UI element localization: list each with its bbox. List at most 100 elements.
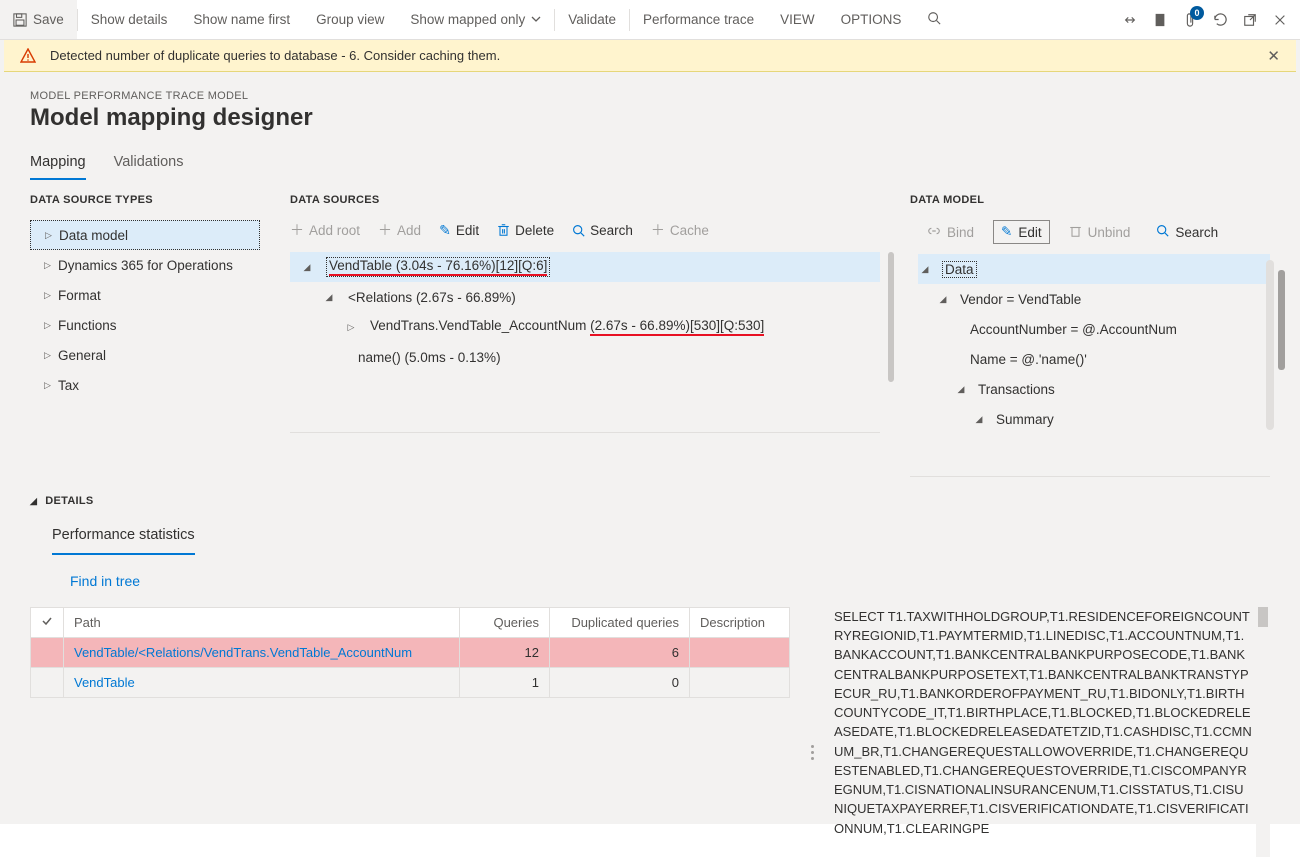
office-icon[interactable]	[1152, 12, 1168, 28]
expander-icon[interactable]: ▷	[44, 290, 58, 301]
chevron-down-icon	[531, 12, 541, 27]
col-path[interactable]: Path	[64, 608, 460, 638]
expander-icon[interactable]: ▷	[344, 322, 358, 333]
notification-close-icon[interactable]: ✕	[1267, 47, 1280, 65]
scrollbar[interactable]	[1258, 607, 1268, 627]
expander-icon[interactable]: ▷	[44, 260, 58, 271]
notification-bar: Detected number of duplicate queries to …	[4, 40, 1296, 72]
tab-mapping[interactable]: Mapping	[30, 148, 86, 180]
collapse-icon[interactable]: ◢	[936, 294, 950, 305]
dup-cell: 6	[550, 638, 690, 668]
edit-button[interactable]: ✎Edit	[439, 222, 479, 239]
dm-node-summary[interactable]: ◢ Summary	[918, 404, 1270, 434]
table-row[interactable]: VendTable 1 0	[31, 668, 790, 698]
validate-button[interactable]: Validate	[555, 0, 629, 39]
popout-icon[interactable]	[1242, 12, 1258, 28]
add-root-button: ＋Add root	[290, 220, 360, 240]
collapse-icon[interactable]: ◢	[300, 262, 314, 273]
dup-cell: 0	[550, 668, 690, 698]
ds-node-relations[interactable]: ◢ <Relations (2.67s - 66.89%)	[290, 282, 880, 312]
tab-performance-statistics[interactable]: Performance statistics	[52, 521, 195, 555]
search-button[interactable]: Search	[1149, 221, 1225, 243]
splitter-handle[interactable]	[810, 667, 814, 838]
save-label: Save	[33, 12, 64, 27]
link-icon[interactable]	[1122, 12, 1138, 28]
collapse-icon[interactable]: ◢	[30, 496, 37, 507]
tab-validations[interactable]: Validations	[114, 148, 184, 180]
unbind-button: Unbind	[1062, 221, 1138, 244]
scrollbar-track	[1266, 260, 1274, 430]
edit-button[interactable]: ✎Edit	[993, 220, 1050, 244]
search-icon	[927, 11, 941, 28]
data-source-types-heading: DATA SOURCE TYPES	[30, 194, 260, 206]
performance-trace-button[interactable]: Performance trace	[630, 0, 767, 39]
plus-icon: ＋	[290, 220, 304, 240]
col-check[interactable]	[31, 608, 64, 638]
search-button[interactable]: Search	[572, 223, 633, 238]
expander-icon[interactable]: ▷	[44, 380, 58, 391]
options-menu[interactable]: OPTIONS	[828, 0, 915, 39]
add-button: ＋Add	[378, 220, 421, 240]
ds-node-namefn[interactable]: ▷ name() (5.0ms - 0.13%)	[290, 342, 880, 372]
types-item-tax[interactable]: ▷ Tax	[30, 370, 260, 400]
data-sources-panel: DATA SOURCES ＋Add root ＋Add ✎Edit Delete…	[290, 194, 880, 477]
expander-icon[interactable]: ▷	[44, 320, 58, 331]
dm-node-label: AccountNumber = @.AccountNum	[970, 322, 1177, 337]
command-bar-right: 0	[1122, 0, 1300, 39]
queries-cell: 1	[460, 668, 550, 698]
expander-icon[interactable]: ▷	[45, 230, 59, 241]
path-link[interactable]: VendTable	[74, 675, 135, 690]
col-queries[interactable]: Queries	[460, 608, 550, 638]
collapse-icon[interactable]: ◢	[322, 292, 336, 303]
bind-button: Bind	[920, 222, 981, 243]
scrollbar[interactable]	[1278, 270, 1285, 370]
show-details-button[interactable]: Show details	[78, 0, 181, 39]
dm-node-data[interactable]: ◢ Data	[918, 254, 1270, 284]
collapse-icon[interactable]: ◢	[954, 384, 968, 395]
table-row[interactable]: VendTable/<Relations/VendTrans.VendTable…	[31, 638, 790, 668]
path-link[interactable]: VendTable/<Relations/VendTrans.VendTable…	[74, 645, 412, 660]
data-model-heading: DATA MODEL	[910, 194, 1270, 206]
expander-icon[interactable]: ▷	[44, 350, 58, 361]
delete-button[interactable]: Delete	[497, 223, 554, 238]
types-item-d365[interactable]: ▷ Dynamics 365 for Operations	[30, 250, 260, 280]
close-icon[interactable]	[1272, 12, 1288, 28]
col-description[interactable]: Description	[690, 608, 790, 638]
view-menu[interactable]: VIEW	[767, 0, 828, 39]
desc-cell	[690, 668, 790, 698]
data-model-tree: ◢ Data ◢ Vendor = VendTable AccountNumbe…	[910, 254, 1270, 434]
ds-node-vendtable[interactable]: ◢ VendTable (3.04s - 76.16%)[12][Q:6]	[290, 252, 880, 282]
scrollbar[interactable]	[888, 252, 894, 382]
warning-icon	[20, 48, 36, 64]
link-icon	[927, 225, 941, 240]
save-button[interactable]: Save	[0, 0, 77, 39]
search-icon	[1156, 224, 1169, 240]
dm-node-label: Summary	[996, 412, 1054, 427]
ds-node-vendtrans[interactable]: ▷ VendTrans.VendTable_AccountNum (2.67s …	[290, 312, 880, 342]
dm-node-name[interactable]: Name = @.'name()'	[918, 344, 1270, 374]
show-name-first-button[interactable]: Show name first	[180, 0, 303, 39]
collapse-icon[interactable]: ◢	[918, 264, 932, 275]
dm-node-accountnum[interactable]: AccountNumber = @.AccountNum	[918, 314, 1270, 344]
col-duplicated[interactable]: Duplicated queries	[550, 608, 690, 638]
types-item-data-model[interactable]: ▷ Data model	[30, 220, 260, 250]
plus-icon: ＋	[378, 220, 392, 240]
collapse-icon[interactable]: ◢	[972, 414, 986, 425]
command-bar-left: Save Show details Show name first Group …	[0, 0, 954, 39]
save-icon	[13, 13, 27, 27]
find-in-tree-link[interactable]: Find in tree	[70, 573, 1270, 589]
ds-node-label: VendTable (3.04s - 76.16%)[12][Q:6]	[326, 257, 550, 277]
refresh-icon[interactable]	[1212, 12, 1228, 28]
dm-node-transactions[interactable]: ◢ Transactions	[918, 374, 1270, 404]
types-item-general[interactable]: ▷ General	[30, 340, 260, 370]
dm-node-vendor[interactable]: ◢ Vendor = VendTable	[918, 284, 1270, 314]
types-item-format[interactable]: ▷ Format	[30, 280, 260, 310]
show-mapped-only-dropdown[interactable]: Show mapped only	[397, 0, 554, 39]
group-view-button[interactable]: Group view	[303, 0, 397, 39]
details-header[interactable]: ◢ DETAILS	[30, 495, 1270, 507]
search-button[interactable]	[914, 0, 954, 39]
types-item-functions[interactable]: ▷ Functions	[30, 310, 260, 340]
ds-node-label: VendTrans.VendTable_AccountNum (2.67s - …	[370, 318, 764, 336]
attachments-icon[interactable]: 0	[1182, 12, 1198, 28]
divider	[910, 476, 1270, 477]
